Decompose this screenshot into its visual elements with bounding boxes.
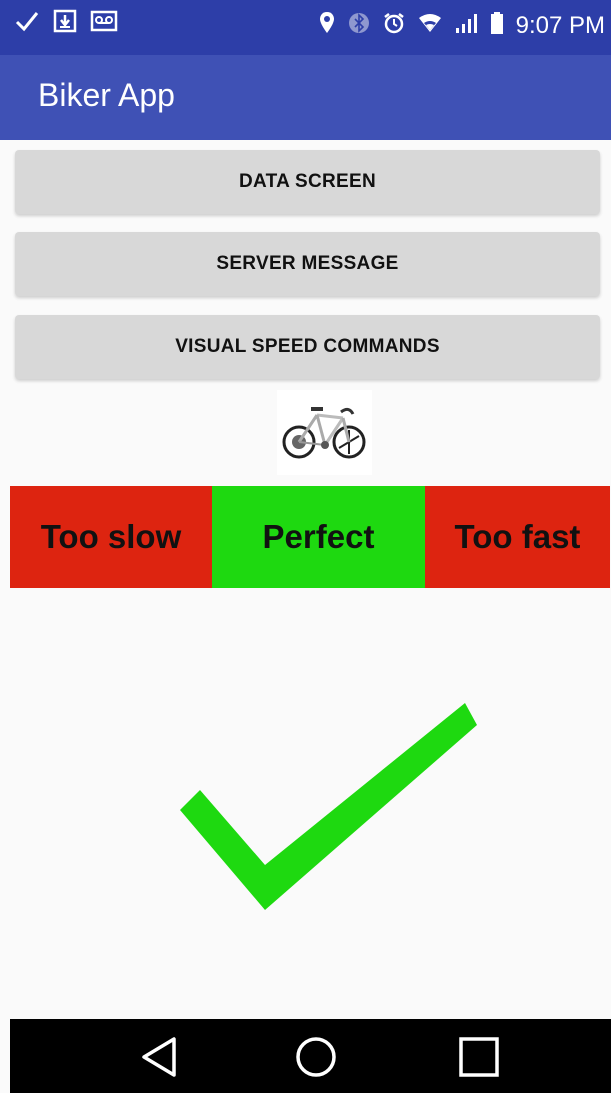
too-fast-indicator: Too fast — [425, 486, 610, 588]
data-screen-button[interactable]: DATA SCREEN — [15, 150, 600, 214]
recents-icon[interactable] — [453, 1031, 505, 1083]
bluetooth-icon — [348, 12, 370, 39]
wifi-icon — [418, 12, 442, 39]
check-icon — [14, 8, 40, 39]
back-icon[interactable] — [134, 1031, 186, 1083]
visual-speed-commands-button[interactable]: VISUAL SPEED COMMANDS — [15, 315, 600, 379]
navigation-bar — [10, 1019, 611, 1093]
too-slow-indicator: Too slow — [10, 486, 212, 588]
app-bar: Biker App — [0, 55, 611, 140]
battery-icon — [490, 11, 504, 40]
bike-image — [277, 390, 372, 475]
location-icon — [318, 10, 336, 41]
status-bar-right: 9:07 PM — [318, 10, 605, 41]
server-message-button[interactable]: SERVER MESSAGE — [15, 232, 600, 296]
status-bar: 9:07 PM — [0, 0, 611, 55]
checkmark-icon — [170, 695, 485, 920]
status-time: 9:07 PM — [515, 11, 605, 39]
signal-icon — [454, 12, 478, 39]
voicemail-icon — [90, 8, 118, 39]
home-icon[interactable] — [290, 1031, 342, 1083]
alarm-icon — [382, 11, 406, 40]
status-bar-left — [14, 8, 118, 39]
perfect-indicator: Perfect — [212, 486, 425, 588]
app-title: Biker App — [38, 77, 175, 113]
download-icon — [52, 8, 78, 39]
speed-indicator: Too slow Perfect Too fast — [10, 486, 610, 588]
